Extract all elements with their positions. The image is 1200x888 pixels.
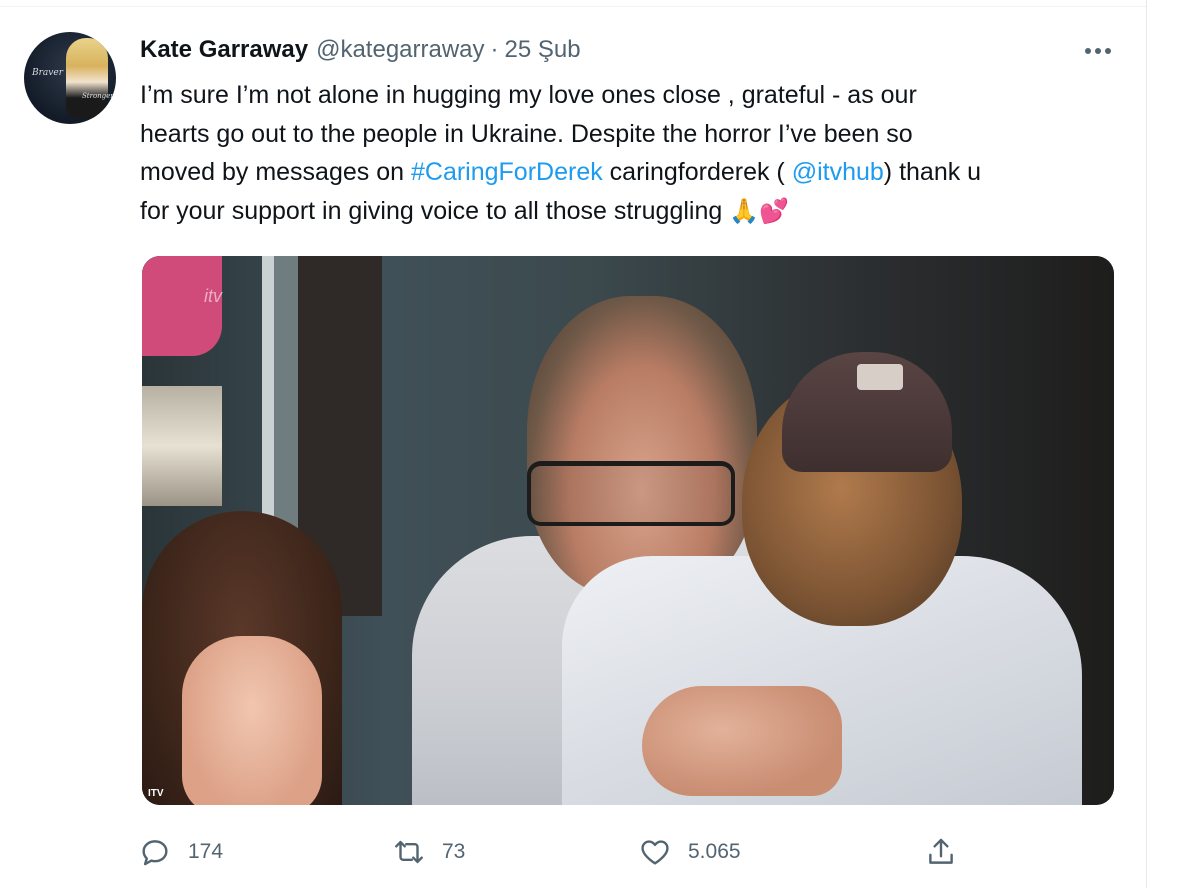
- mention-link[interactable]: @itvhub: [792, 158, 884, 186]
- photo-girl-face: [182, 636, 322, 805]
- two-hearts-emoji: 💕: [759, 197, 789, 225]
- tweet-text-line-4: for your support in giving voice to all …: [140, 192, 1130, 232]
- media-watermark-top: itv: [204, 286, 222, 306]
- more-dot-icon: [1085, 48, 1091, 54]
- share-button[interactable]: [924, 832, 958, 872]
- share-icon: [929, 838, 953, 864]
- author-handle[interactable]: @kategarraway: [316, 36, 484, 64]
- photo-man-head: [527, 296, 757, 596]
- tweet-text-line-1: I’m sure I’m not alone in hugging my lov…: [140, 81, 917, 109]
- tweet-top-divider: [0, 6, 1146, 7]
- avatar-caption-1: Braver: [32, 68, 63, 78]
- tweet-header: Kate Garraway @kategarraway · 25 Şub: [140, 36, 581, 70]
- like-button[interactable]: 5.065: [638, 832, 741, 872]
- tweet-text-segment: caringforderek (: [602, 158, 792, 186]
- avatar-caption-2: Stronger: [82, 92, 114, 100]
- tweet-text-segment: for your support in giving voice to all …: [140, 196, 730, 225]
- author-display-name[interactable]: Kate Garraway: [140, 36, 308, 64]
- like-count: 5.065: [688, 840, 741, 863]
- photo-cap-logo: [857, 364, 903, 390]
- photo-glasses: [527, 461, 735, 526]
- media-watermark-bottom: ITV: [148, 788, 164, 799]
- tweet-media-image[interactable]: itv ITV: [142, 256, 1114, 805]
- page-right-divider: [1146, 0, 1147, 888]
- heart-icon: [641, 840, 669, 865]
- tweet-text-line-2: hearts go out to the people in Ukraine. …: [140, 119, 913, 148]
- more-dot-icon: [1105, 48, 1111, 54]
- avatar-figure: [66, 38, 108, 118]
- tweet-text-line-3: moved by messages on #CaringForDerek car…: [140, 153, 1130, 192]
- tweet-actions: 174 73 5.065: [138, 832, 968, 872]
- folded-hands-emoji: 🙏: [729, 197, 760, 225]
- tweet-text-segment: ) thank u: [883, 158, 982, 186]
- tweet-text: I’m sure I’m not alone in hugging my lov…: [140, 76, 1130, 231]
- retweet-count: 73: [442, 840, 466, 863]
- reply-count: 174: [188, 840, 224, 863]
- photo-hand: [642, 686, 842, 796]
- reply-button[interactable]: 174: [138, 832, 223, 872]
- retweet-button[interactable]: 73: [392, 832, 465, 872]
- tweet-date[interactable]: 25 Şub: [505, 36, 581, 64]
- avatar[interactable]: Braver Stronger: [24, 32, 116, 124]
- hashtag-link[interactable]: #CaringForDerek: [411, 158, 603, 186]
- tweet-text-segment: moved by messages on: [140, 158, 411, 186]
- photo-shelf: [142, 386, 222, 506]
- more-dot-icon: [1095, 48, 1101, 54]
- header-separator: ·: [490, 36, 499, 63]
- retweet-icon: [395, 840, 423, 864]
- more-options-button[interactable]: [1078, 36, 1118, 66]
- tweet[interactable]: Braver Stronger Kate Garraway @kategarra…: [0, 0, 1146, 888]
- reply-icon: [142, 840, 168, 866]
